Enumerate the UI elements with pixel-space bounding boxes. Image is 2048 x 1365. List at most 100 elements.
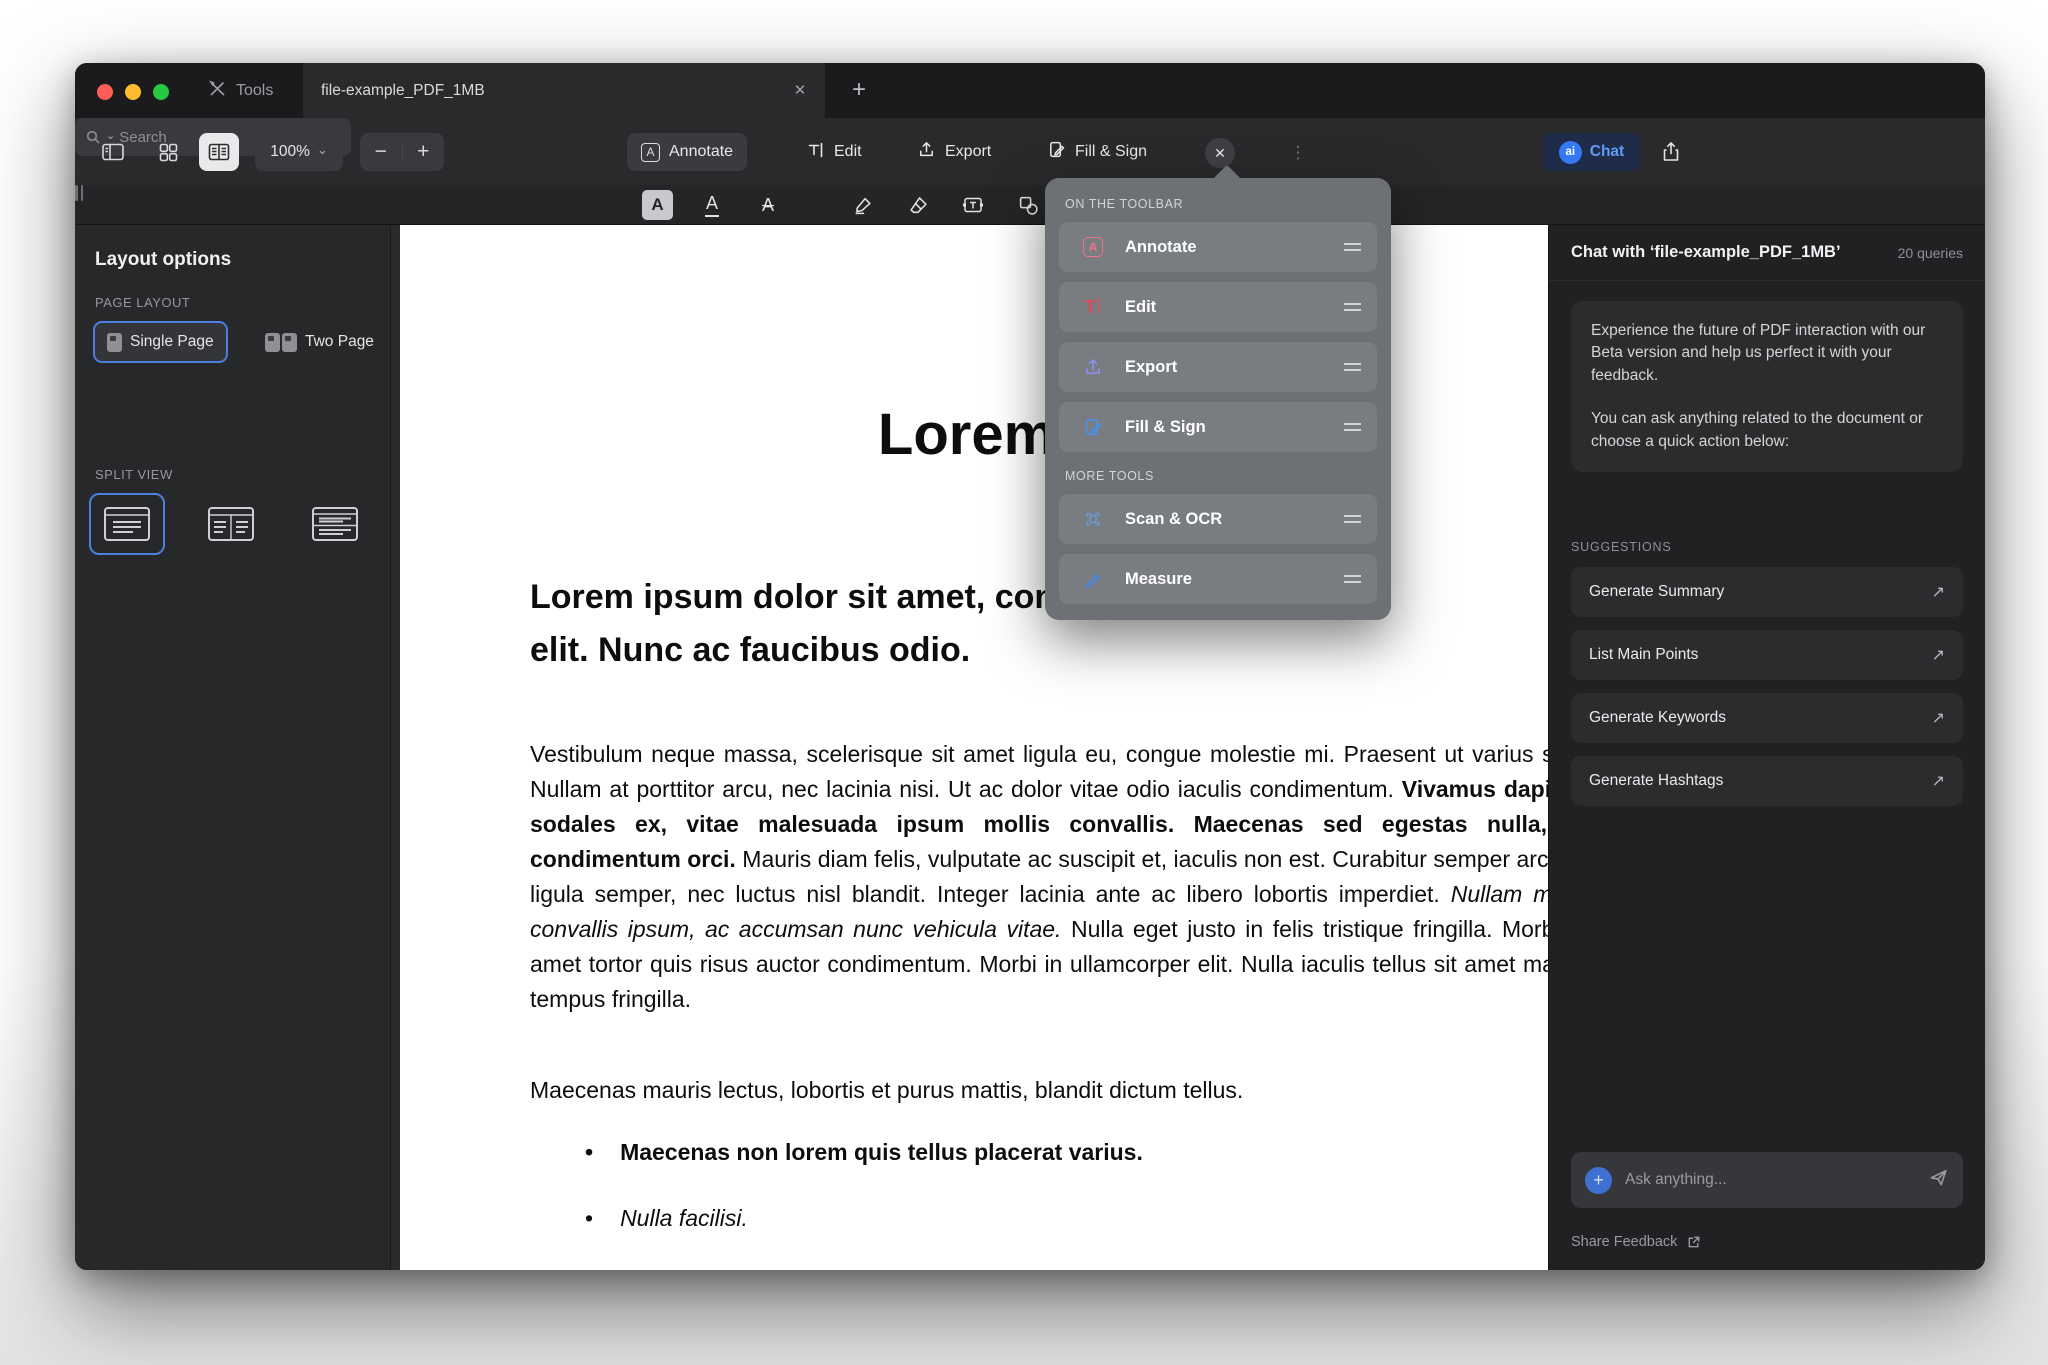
minimize-window-button[interactable] xyxy=(125,84,141,100)
popover-section-more-tools: MORE TOOLS xyxy=(1065,469,1371,483)
share-feedback-label: Share Feedback xyxy=(1571,1234,1677,1250)
shapes-tool-button[interactable] xyxy=(1012,190,1044,220)
toolbar-overflow-button[interactable]: ⋮ xyxy=(1287,138,1309,168)
drag-handle-icon[interactable] xyxy=(1344,575,1361,583)
drag-handle-icon[interactable] xyxy=(1344,515,1361,523)
tools-label: Tools xyxy=(236,82,273,100)
two-page-icon xyxy=(265,333,297,352)
attach-plus-icon[interactable]: + xyxy=(1585,1167,1612,1194)
suggestions-label: SUGGESTIONS xyxy=(1571,540,1671,554)
suggestion-label: Generate Keywords xyxy=(1589,709,1726,727)
toolbar-customize-popover: ON THE TOOLBAR A Annotate T| Edit Export xyxy=(1045,178,1391,620)
ai-chat-button[interactable]: ai Chat xyxy=(1543,133,1640,171)
popover-item-edit[interactable]: T| Edit xyxy=(1059,282,1377,332)
popover-item-measure[interactable]: Measure xyxy=(1059,554,1377,604)
suggestion-label: Generate Hashtags xyxy=(1589,772,1723,790)
suggestion-generate-keywords[interactable]: Generate Keywords ↗ xyxy=(1571,693,1963,743)
zoom-stepper: − + xyxy=(360,133,444,171)
eraser-tool-button[interactable] xyxy=(902,190,934,220)
zoom-level-dropdown[interactable]: 100% ⌄ xyxy=(255,133,343,171)
zoom-out-button[interactable]: − xyxy=(360,133,402,171)
fill-sign-icon xyxy=(1047,140,1066,164)
share-feedback-link[interactable]: Share Feedback xyxy=(1571,1234,1702,1250)
underline-glyph: A xyxy=(705,193,719,217)
drag-handle-icon[interactable] xyxy=(1344,303,1361,311)
popover-item-label: Annotate xyxy=(1125,238,1197,257)
chevron-down-icon: ⌄ xyxy=(317,142,328,158)
document-tab[interactable]: file-example_PDF_1MB ✕ xyxy=(303,63,825,118)
tab-close-icon[interactable]: ✕ xyxy=(789,80,811,102)
drag-handle-icon[interactable] xyxy=(1344,243,1361,251)
zoom-in-button[interactable]: + xyxy=(403,133,445,171)
queries-count: 20 queries xyxy=(1898,245,1963,261)
document-heading-line2: elit. Nunc ac faucibus odio. xyxy=(530,624,1365,677)
thumbnails-view-button[interactable] xyxy=(148,133,188,171)
tools-icon xyxy=(208,79,227,103)
split-view-vertical-button[interactable] xyxy=(193,493,269,555)
strikethrough-tool-button[interactable]: A xyxy=(753,190,783,220)
annotate-icon: A xyxy=(641,143,660,162)
tab-bar: Tools file-example_PDF_1MB ✕ + xyxy=(75,63,1985,118)
tab-export-label: Export xyxy=(945,143,991,161)
tab-fill-sign[interactable]: Fill & Sign xyxy=(1033,133,1161,171)
ai-badge: ai xyxy=(1559,141,1582,164)
layout-sidebar: Layout options PAGE LAYOUT Single Page T… xyxy=(75,225,391,1270)
drag-handle-icon[interactable] xyxy=(1344,363,1361,371)
two-page-label: Two Page xyxy=(305,333,374,351)
popover-item-label: Measure xyxy=(1125,570,1192,589)
arrow-up-right-icon: ↗ xyxy=(1932,582,1945,602)
underline-tool-button[interactable]: A xyxy=(697,190,727,220)
edit-text-icon xyxy=(807,141,825,164)
chat-input[interactable] xyxy=(1625,1171,1915,1189)
edit-text-icon: T| xyxy=(1081,295,1105,319)
chat-panel: Chat with ‘file-example_PDF_1MB’ 20 quer… xyxy=(1548,225,1985,1270)
tab-fill-sign-label: Fill & Sign xyxy=(1075,143,1147,161)
tools-menu[interactable]: Tools xyxy=(208,63,273,118)
single-page-button[interactable]: Single Page xyxy=(93,321,228,363)
chat-intro-paragraph-1: Experience the future of PDF interaction… xyxy=(1591,320,1943,387)
chat-input-box[interactable]: + xyxy=(1571,1152,1963,1208)
highlight-tool-button[interactable]: A xyxy=(642,190,673,220)
document-bullet-1: • Maecenas non lorem quis tellus placera… xyxy=(585,1139,1143,1166)
sidebar-toggle-button[interactable] xyxy=(93,133,133,171)
zoom-window-button[interactable] xyxy=(153,84,169,100)
popover-item-scan-ocr[interactable]: Scan & OCR xyxy=(1059,494,1377,544)
popover-item-label: Edit xyxy=(1125,298,1156,317)
export-icon xyxy=(917,140,936,164)
popover-item-fill-sign[interactable]: Fill & Sign xyxy=(1059,402,1377,452)
close-window-button[interactable] xyxy=(97,84,113,100)
tab-annotate-label: Annotate xyxy=(669,143,733,161)
single-page-icon xyxy=(107,333,122,352)
popover-item-label: Export xyxy=(1125,358,1177,377)
tab-export[interactable]: Export xyxy=(903,133,1005,171)
popover-item-annotate[interactable]: A Annotate xyxy=(1059,222,1377,272)
chat-button-label: Chat xyxy=(1590,143,1624,161)
bullet-marker: • xyxy=(585,1139,593,1166)
suggestion-generate-summary[interactable]: Generate Summary ↗ xyxy=(1571,567,1963,617)
new-tab-button[interactable]: + xyxy=(843,75,875,107)
share-button[interactable] xyxy=(1652,133,1690,171)
split-view-single-button[interactable] xyxy=(89,493,165,555)
chat-header: Chat with ‘file-example_PDF_1MB’ 20 quer… xyxy=(1549,225,1985,281)
external-link-icon xyxy=(1686,1234,1702,1250)
annotate-toolbar: A A A xyxy=(75,185,1985,225)
single-page-label: Single Page xyxy=(130,333,214,351)
two-page-button[interactable]: Two Page xyxy=(253,321,386,363)
split-view-horizontal-button[interactable] xyxy=(297,493,373,555)
pen-tool-button[interactable] xyxy=(847,190,879,220)
text-box-tool-button[interactable] xyxy=(957,190,989,220)
tab-edit[interactable]: Edit xyxy=(793,133,876,171)
toolbar-resize-handle[interactable] xyxy=(75,185,87,201)
tab-annotate[interactable]: A Annotate xyxy=(627,133,747,171)
chat-intro-paragraph-2: You can ask anything related to the docu… xyxy=(1591,408,1943,453)
document-paragraph-1: Vestibulum neque massa, scelerisque sit … xyxy=(530,737,1592,1017)
send-icon[interactable] xyxy=(1928,1167,1949,1193)
desktop-background: Tools file-example_PDF_1MB ✕ + xyxy=(0,0,2048,1365)
drag-handle-icon[interactable] xyxy=(1344,423,1361,431)
reading-view-button[interactable] xyxy=(199,133,239,171)
close-toolbar-button[interactable]: ✕ xyxy=(1205,138,1235,168)
annotate-icon: A xyxy=(1081,235,1105,259)
suggestion-generate-hashtags[interactable]: Generate Hashtags ↗ xyxy=(1571,756,1963,806)
suggestion-list-main-points[interactable]: List Main Points ↗ xyxy=(1571,630,1963,680)
popover-item-export[interactable]: Export xyxy=(1059,342,1377,392)
